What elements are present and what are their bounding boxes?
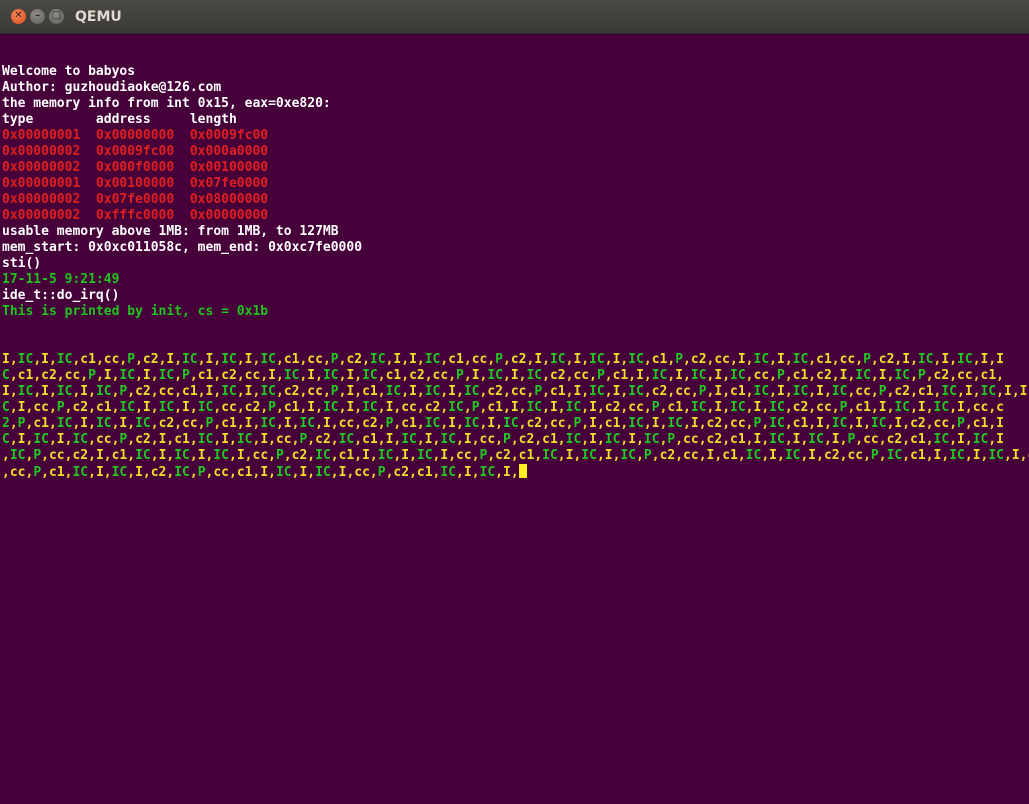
close-icon: ✕ [14, 10, 23, 21]
console-line: Welcome to babyos [2, 64, 136, 79]
window-title: QEMU [75, 9, 122, 25]
irq-line: 2,P,c1,IC,I,IC,I,IC,c2,cc,P,c1,I,IC,I,IC… [2, 416, 1004, 431]
maximize-icon: □ [51, 10, 62, 21]
boot-log: Welcome to babyos Author: guzhoudiaoke@12… [2, 64, 1027, 320]
title-bar[interactable]: ✕ – □ QEMU [0, 0, 1029, 34]
irq-line: ,cc,P,c1,IC,I,IC,I,c2,IC,P,cc,c1,I,IC,I,… [2, 464, 1027, 480]
minimize-icon: – [35, 10, 40, 21]
console-line: the memory info from int 0x15, eax=0xe82… [2, 96, 331, 111]
text-cursor [518, 464, 527, 478]
close-window-button[interactable]: ✕ [11, 9, 26, 24]
console-line: 0x00000002 0xfffc0000 0x00000000 [2, 208, 269, 223]
irq-line: I,IC,I,IC,I,IC,P,c2,cc,c1,I,IC,I,IC,c2,c… [2, 384, 1028, 399]
console-line: 0x00000002 0x07fe0000 0x08000000 [2, 192, 269, 207]
maximize-window-button[interactable]: □ [49, 9, 64, 24]
console-line: ide_t::do_irq() [2, 288, 120, 303]
irq-line: C,c1,c2,cc,P,I,IC,I,IC,P,c1,c2,cc,I,IC,I… [2, 368, 1004, 383]
console-line: 17-11-5 9:21:49 [2, 272, 120, 287]
irq-line: C,I,cc,P,c2,c1,IC,I,IC,I,IC,cc,c2,P,c1,I… [2, 400, 1004, 415]
console-line: sti() [2, 256, 42, 271]
console-line: 0x00000002 0x000f0000 0x00100000 [2, 160, 269, 175]
minimize-window-button[interactable]: – [30, 9, 45, 24]
irq-line: I,IC,I,IC,c1,cc,P,c2,I,IC,I,IC,I,IC,c1,c… [2, 352, 1004, 367]
console-line: This is printed by init, cs = 0x1b [2, 304, 269, 319]
irq-output: I,IC,I,IC,c1,cc,P,c2,I,IC,I,IC,I,IC,c1,c… [2, 352, 1029, 480]
console-line: 0x00000002 0x0009fc00 0x000a0000 [2, 144, 269, 159]
console-line: type address length [2, 112, 237, 127]
qemu-console[interactable]: Welcome to babyos Author: guzhoudiaoke@12… [2, 32, 1029, 512]
console-line: 0x00000001 0x00100000 0x07fe0000 [2, 176, 269, 191]
qemu-window: ✕ – □ QEMU Welcome to babyos Author: guzh… [0, 0, 1029, 804]
console-line: Author: guzhoudiaoke@126.com [2, 80, 222, 95]
console-line: mem_start: 0x0xc011058c, mem_end: 0x0xc7… [2, 240, 363, 255]
console-line: usable memory above 1MB: from 1MB, to 12… [2, 224, 339, 239]
irq-line: C,I,IC,I,IC,cc,P,c2,I,c1,IC,I,IC,I,cc,P,… [2, 432, 1004, 447]
irq-line: ,IC,P,cc,c2,I,c1,IC,I,IC,I,IC,I,cc,P,c2,… [2, 448, 1029, 463]
console-line: 0x00000001 0x00000000 0x0009fc00 [2, 128, 269, 143]
